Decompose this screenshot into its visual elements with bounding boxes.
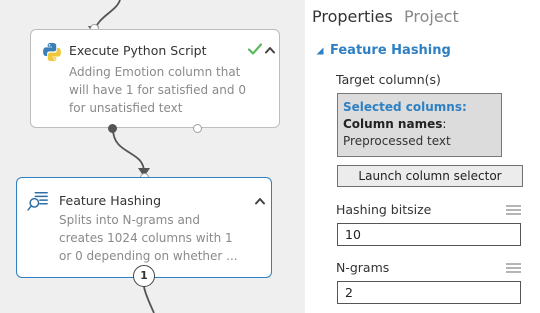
module-description-line: Splits into N-grams and	[59, 213, 201, 227]
column-names-value: Preprocessed text	[343, 134, 451, 148]
feature-hashing-icon	[27, 192, 48, 211]
selected-columns-header: Selected columns:	[343, 100, 467, 114]
section-title[interactable]: Feature Hashing	[330, 43, 451, 58]
module-description-line: creates 1024 columns with 1	[59, 231, 233, 245]
output-port-python-2[interactable]	[193, 124, 202, 133]
output-port-python-1[interactable]	[108, 124, 117, 133]
module-description-line: Adding Emotion column that	[69, 65, 241, 79]
drag-handle-icon[interactable]	[506, 205, 521, 216]
column-names-label: Column names	[343, 117, 443, 131]
output-port-badge[interactable]: 1	[133, 265, 155, 287]
ngrams-input[interactable]	[337, 281, 521, 304]
hashing-bitsize-label: Hashing bitsize	[336, 202, 432, 217]
tab-project[interactable]: Project	[404, 7, 459, 26]
selected-columns-box: Selected columns: Column names: Preproce…	[337, 93, 502, 157]
module-description: Adding Emotion column that will have 1 f…	[69, 63, 246, 117]
module-title: Feature Hashing	[59, 193, 162, 208]
module-feature-hashing[interactable]: Feature Hashing Splits into N-grams and …	[16, 177, 272, 278]
module-description: Splits into N-grams and creates 1024 col…	[59, 211, 238, 265]
drag-handle-icon[interactable]	[506, 263, 521, 274]
column-names-separator: :	[442, 117, 447, 131]
module-execute-python-script[interactable]: Execute Python Script Adding Emotion col…	[30, 29, 280, 128]
python-icon	[43, 42, 61, 62]
module-description-line: will have 1 for satisfied and 0	[69, 83, 246, 97]
module-title: Execute Python Script	[69, 43, 207, 58]
properties-panel: Properties Project Feature Hashing Targe…	[305, 0, 540, 313]
ngrams-label: N-grams	[336, 260, 390, 275]
chevron-up-icon[interactable]	[264, 45, 276, 55]
column-names-row: Column names:	[343, 116, 496, 133]
module-description-line: or 0 depending on whether ...	[59, 249, 238, 263]
hashing-bitsize-input[interactable]	[337, 223, 521, 246]
chevron-up-icon[interactable]	[254, 196, 266, 206]
module-description-line: for unsatisfied text	[69, 101, 183, 115]
tab-properties[interactable]: Properties	[312, 7, 393, 26]
experiment-canvas[interactable]: Execute Python Script Adding Emotion col…	[0, 0, 305, 313]
collapse-triangle-icon[interactable]	[316, 47, 324, 55]
launch-column-selector-button[interactable]: Launch column selector	[337, 165, 523, 187]
target-columns-label: Target column(s)	[336, 72, 441, 87]
check-icon	[248, 43, 262, 55]
